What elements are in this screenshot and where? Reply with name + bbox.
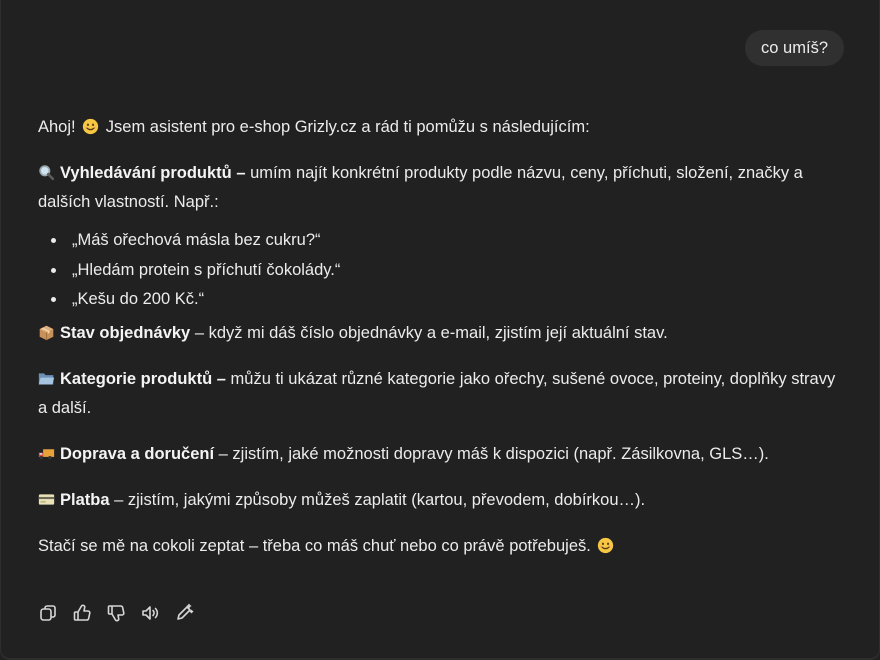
shipping-paragraph: Doprava a doručení – zjistím, jaké možno… bbox=[38, 440, 843, 469]
outro-paragraph: Stačí se mě na cokoli zeptat – třeba co … bbox=[38, 532, 843, 561]
payment-title: Platba bbox=[60, 490, 110, 509]
outro-text: Stačí se mě na cokoli zeptat – třeba co … bbox=[38, 536, 591, 555]
shipping-title: Doprava a doručení bbox=[60, 444, 215, 463]
intro-text: Jsem asistent pro e-shop Grizly.cz a rád… bbox=[105, 118, 590, 136]
search-paragraph: Vyhledávání produktů – umím najít konkré… bbox=[38, 159, 843, 217]
copy-button[interactable] bbox=[36, 601, 60, 625]
shipping-text: – zjistím, jaké možnosti dopravy máš k d… bbox=[218, 444, 769, 463]
intro-paragraph: Ahoj! Jsem asistent pro e-shop Grizly.cz… bbox=[38, 113, 843, 142]
thumbs-up-icon bbox=[73, 604, 91, 621]
intro-greeting: Ahoj! bbox=[38, 118, 76, 136]
order-paragraph: Stav objednávky – když mi dáš číslo obje… bbox=[38, 319, 843, 348]
edit-button[interactable] bbox=[172, 601, 196, 625]
categories-paragraph: Kategorie produktů – můžu ti ukázat různ… bbox=[38, 365, 843, 423]
delivery-truck-emoji-icon bbox=[38, 448, 55, 459]
open-folder-emoji-icon bbox=[38, 372, 55, 384]
example-list: „Máš ořechová másla bez cukru?“ „Hledám … bbox=[38, 226, 843, 315]
message-actions bbox=[36, 601, 196, 625]
user-message-bubble: co umíš? bbox=[745, 30, 844, 66]
magnifier-emoji-icon bbox=[39, 165, 55, 181]
smiling-face-emoji-icon bbox=[598, 537, 614, 553]
payment-text: – zjistím, jakými způsoby můžeš zaplatit… bbox=[114, 490, 646, 509]
copy-icon bbox=[40, 605, 56, 621]
edit-icon bbox=[177, 603, 194, 620]
search-title: Vyhledávání produktů – bbox=[60, 164, 246, 182]
list-item: „Máš ořechová másla bez cukru?“ bbox=[50, 226, 843, 256]
read-aloud-icon bbox=[142, 606, 159, 620]
credit-card-emoji-icon bbox=[38, 493, 55, 505]
order-text: – když mi dáš číslo objednávky a e-mail,… bbox=[194, 323, 668, 342]
categories-title: Kategorie produktů – bbox=[60, 369, 226, 388]
user-message-text: co umíš? bbox=[761, 38, 828, 57]
thumbs-up-button[interactable] bbox=[70, 601, 94, 625]
list-item: „Hledám protein s příchutí čokolády.“ bbox=[50, 256, 843, 286]
thumbs-down-icon bbox=[107, 605, 125, 622]
assistant-message: Ahoj! Jsem asistent pro e-shop Grizly.cz… bbox=[38, 113, 843, 561]
smiling-face-emoji-icon bbox=[83, 118, 99, 135]
payment-paragraph: Platba – zjistím, jakými způsoby můžeš z… bbox=[38, 486, 843, 515]
thumbs-down-button[interactable] bbox=[104, 601, 128, 625]
list-item: „Kešu do 200 Kč.“ bbox=[50, 285, 843, 315]
package-emoji-icon bbox=[39, 325, 54, 340]
order-title: Stav objednávky bbox=[60, 323, 191, 342]
read-aloud-button[interactable] bbox=[138, 601, 162, 625]
